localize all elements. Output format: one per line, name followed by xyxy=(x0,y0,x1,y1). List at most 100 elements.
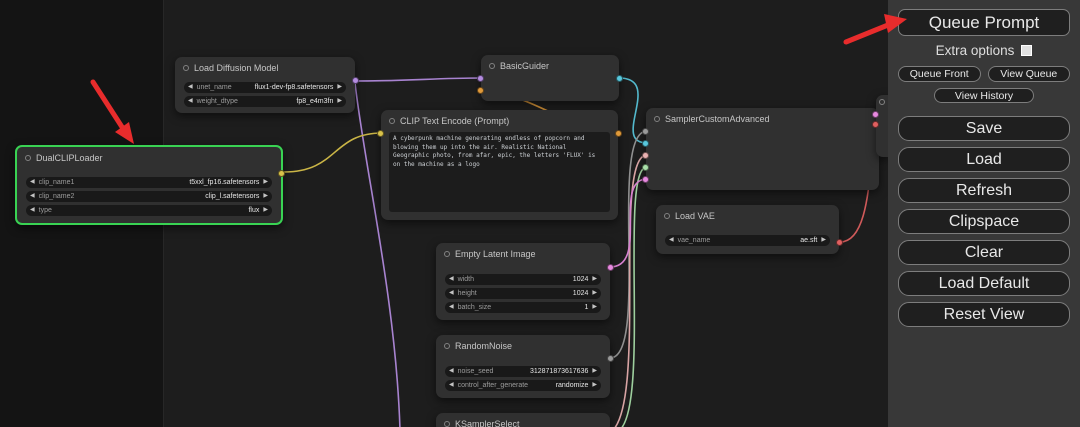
decrement-arrow-icon[interactable]: ◀ xyxy=(30,191,35,202)
increment-arrow-icon[interactable]: ▶ xyxy=(592,302,597,313)
guider-output-port[interactable] xyxy=(616,75,623,82)
node-title: CLIP Text Encode (Prompt) xyxy=(400,116,509,126)
widget-noise-seed[interactable]: ◀ noise_seed 312871873617636 ▶ xyxy=(445,366,601,377)
refresh-button[interactable]: Refresh xyxy=(898,178,1070,203)
widget-value: fp8_e4m3fn xyxy=(296,96,333,107)
extra-options-label: Extra options xyxy=(936,43,1015,58)
reset-view-button[interactable]: Reset View xyxy=(898,302,1070,327)
noise-input-port[interactable] xyxy=(642,128,649,135)
increment-arrow-icon[interactable]: ▶ xyxy=(592,274,597,285)
collapse-dot-icon[interactable] xyxy=(444,343,450,349)
save-button[interactable]: Save xyxy=(898,116,1070,141)
extra-options-checkbox[interactable] xyxy=(1021,45,1032,56)
node-title-bar[interactable]: Empty Latent Image xyxy=(436,243,610,261)
node-sampler-custom-advanced[interactable]: SamplerCustomAdvanced xyxy=(646,108,879,190)
collapse-dot-icon[interactable] xyxy=(879,99,885,105)
model-output-port[interactable] xyxy=(352,77,359,84)
widget-vae-name[interactable]: ◀ vae_name ae.sft ▶ xyxy=(665,235,830,246)
node-title-bar[interactable]: Load Diffusion Model xyxy=(175,57,355,75)
conditioning-input-port[interactable] xyxy=(477,87,484,94)
increment-arrow-icon[interactable]: ▶ xyxy=(821,235,826,246)
queue-front-button[interactable]: Queue Front xyxy=(898,66,981,82)
view-history-button[interactable]: View History xyxy=(934,88,1034,103)
noise-output-port[interactable] xyxy=(607,355,614,362)
clip-input-port[interactable] xyxy=(377,130,384,137)
node-ksampler-select[interactable]: KSamplerSelect xyxy=(436,413,610,427)
node-title-bar[interactable]: Load VAE xyxy=(656,205,839,223)
decrement-arrow-icon[interactable]: ◀ xyxy=(449,380,454,391)
collapse-dot-icon[interactable] xyxy=(389,118,395,124)
queue-prompt-button[interactable]: Queue Prompt xyxy=(898,9,1070,36)
decrement-arrow-icon[interactable]: ◀ xyxy=(449,302,454,313)
node-random-noise[interactable]: RandomNoise ◀ noise_seed 312871873617636… xyxy=(436,335,610,398)
load-button[interactable]: Load xyxy=(898,147,1070,172)
increment-arrow-icon[interactable]: ▶ xyxy=(592,380,597,391)
model-input-port[interactable] xyxy=(477,75,484,82)
hidden-node-input-port-1[interactable] xyxy=(872,111,879,118)
sampler-input-port[interactable] xyxy=(642,152,649,159)
decrement-arrow-icon[interactable]: ◀ xyxy=(188,82,193,93)
clear-button[interactable]: Clear xyxy=(898,240,1070,265)
node-title-bar[interactable]: RandomNoise xyxy=(436,335,610,353)
latent-input-port[interactable] xyxy=(642,176,649,183)
increment-arrow-icon[interactable]: ▶ xyxy=(263,191,268,202)
increment-arrow-icon[interactable]: ▶ xyxy=(263,205,268,216)
hidden-node-input-port-2[interactable] xyxy=(872,121,879,128)
collapse-dot-icon[interactable] xyxy=(654,116,660,122)
node-title: Empty Latent Image xyxy=(455,249,536,259)
collapse-dot-icon[interactable] xyxy=(489,63,495,69)
latent-output-port[interactable] xyxy=(607,264,614,271)
decrement-arrow-icon[interactable]: ◀ xyxy=(449,274,454,285)
node-partially-hidden[interactable] xyxy=(876,95,888,157)
collapse-dot-icon[interactable] xyxy=(444,421,450,427)
collapse-dot-icon[interactable] xyxy=(183,65,189,71)
collapse-dot-icon[interactable] xyxy=(664,213,670,219)
widget-unet-name[interactable]: ◀ unet_name flux1-dev-fp8.safetensors ▶ xyxy=(184,82,346,93)
node-load-diffusion-model[interactable]: Load Diffusion Model ◀ unet_name flux1-d… xyxy=(175,57,355,113)
increment-arrow-icon[interactable]: ▶ xyxy=(337,96,342,107)
node-empty-latent-image[interactable]: Empty Latent Image ◀ width 1024 ▶ ◀ heig… xyxy=(436,243,610,320)
load-default-button[interactable]: Load Default xyxy=(898,271,1070,296)
widget-batch-size[interactable]: ◀ batch_size 1 ▶ xyxy=(445,302,601,313)
widget-weight-dtype[interactable]: ◀ weight_dtype fp8_e4m3fn ▶ xyxy=(184,96,346,107)
widget-label: noise_seed xyxy=(458,366,494,377)
increment-arrow-icon[interactable]: ▶ xyxy=(337,82,342,93)
decrement-arrow-icon[interactable]: ◀ xyxy=(449,288,454,299)
node-basic-guider[interactable]: BasicGuider xyxy=(481,55,619,101)
widget-value: 1 xyxy=(584,302,588,313)
prompt-textarea[interactable]: A cyberpunk machine generating endless o… xyxy=(389,132,610,212)
conditioning-output-port[interactable] xyxy=(615,130,622,137)
node-dual-clip-loader[interactable]: DualCLIPLoader ◀ clip_name1 t5xxl_fp16.s… xyxy=(15,145,283,225)
node-title-bar[interactable]: BasicGuider xyxy=(481,55,619,73)
increment-arrow-icon[interactable]: ▶ xyxy=(263,177,268,188)
increment-arrow-icon[interactable]: ▶ xyxy=(592,366,597,377)
decrement-arrow-icon[interactable]: ◀ xyxy=(30,177,35,188)
decrement-arrow-icon[interactable]: ◀ xyxy=(669,235,674,246)
sigmas-input-port[interactable] xyxy=(642,164,649,171)
node-title-bar[interactable]: KSamplerSelect xyxy=(436,413,610,427)
view-queue-button[interactable]: View Queue xyxy=(988,66,1071,82)
decrement-arrow-icon[interactable]: ◀ xyxy=(449,366,454,377)
node-title-bar[interactable]: CLIP Text Encode (Prompt) xyxy=(381,110,618,128)
node-load-vae[interactable]: Load VAE ◀ vae_name ae.sft ▶ xyxy=(656,205,839,254)
node-title-bar[interactable]: DualCLIPLoader xyxy=(17,147,281,165)
node-clip-text-encode[interactable]: CLIP Text Encode (Prompt) A cyberpunk ma… xyxy=(381,110,618,220)
clipspace-button[interactable]: Clipspace xyxy=(898,209,1070,234)
widget-control-after-generate[interactable]: ◀ control_after_generate randomize ▶ xyxy=(445,380,601,391)
vae-output-port[interactable] xyxy=(836,239,843,246)
widget-value: flux xyxy=(248,205,259,216)
decrement-arrow-icon[interactable]: ◀ xyxy=(30,205,35,216)
increment-arrow-icon[interactable]: ▶ xyxy=(592,288,597,299)
widget-height[interactable]: ◀ height 1024 ▶ xyxy=(445,288,601,299)
graph-canvas[interactable]: Load Diffusion Model ◀ unet_name flux1-d… xyxy=(0,0,888,427)
widget-clip-name1[interactable]: ◀ clip_name1 t5xxl_fp16.safetensors ▶ xyxy=(26,177,272,188)
collapse-dot-icon[interactable] xyxy=(444,251,450,257)
widget-clip-name2[interactable]: ◀ clip_name2 clip_l.safetensors ▶ xyxy=(26,191,272,202)
decrement-arrow-icon[interactable]: ◀ xyxy=(188,96,193,107)
widget-type[interactable]: ◀ type flux ▶ xyxy=(26,205,272,216)
guider-input-port[interactable] xyxy=(642,140,649,147)
clip-output-port[interactable] xyxy=(278,170,285,177)
node-title-bar[interactable]: SamplerCustomAdvanced xyxy=(646,108,879,126)
collapse-dot-icon[interactable] xyxy=(25,155,31,161)
widget-width[interactable]: ◀ width 1024 ▶ xyxy=(445,274,601,285)
